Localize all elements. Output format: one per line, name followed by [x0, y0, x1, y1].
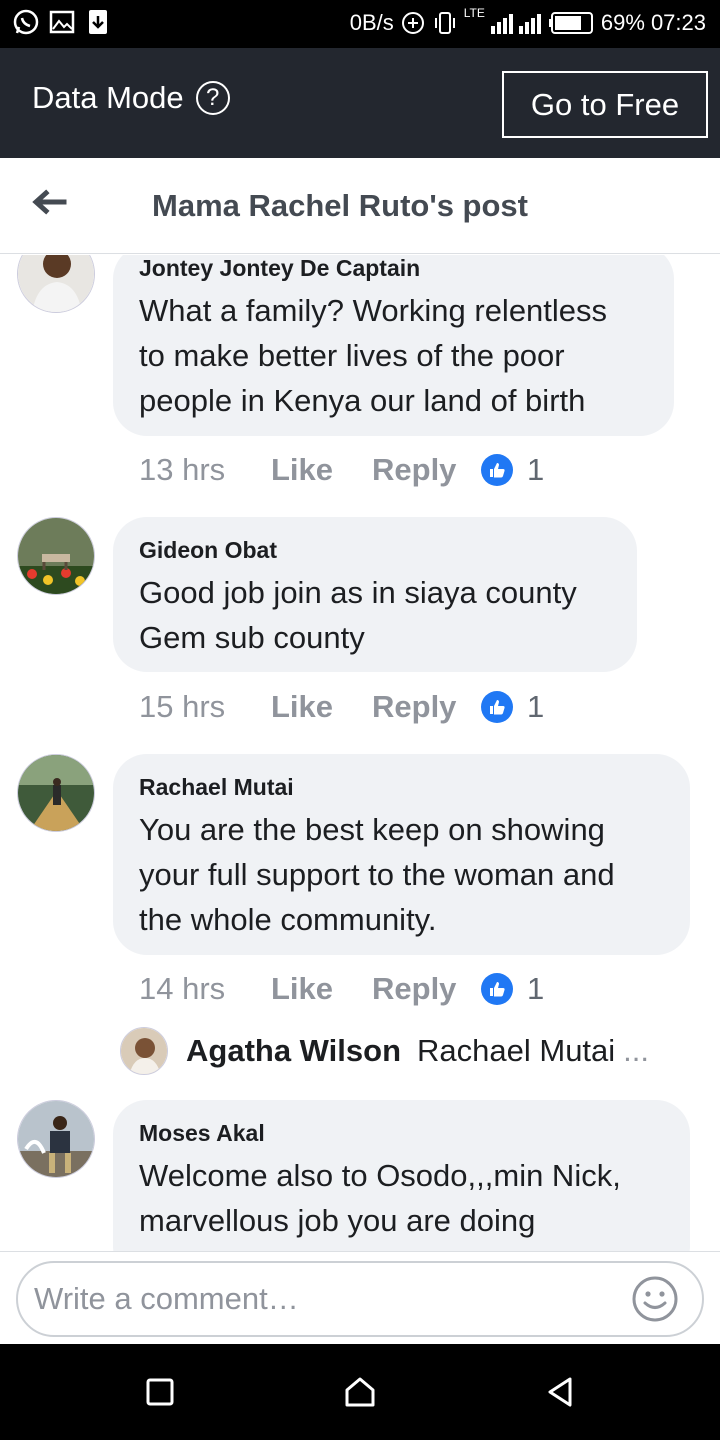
like-reaction-icon[interactable]	[481, 973, 513, 1005]
comment-time: 15 hrs	[139, 689, 226, 724]
network-type: LTE	[463, 6, 485, 20]
reply-button[interactable]: Reply	[372, 452, 481, 488]
comment-placeholder: Write a comment…	[34, 1281, 299, 1316]
system-nav-bar	[0, 1344, 720, 1440]
like-reaction-icon[interactable]	[481, 454, 513, 486]
help-icon[interactable]: ?	[195, 81, 230, 115]
avatar[interactable]	[17, 754, 95, 832]
comment-input[interactable]: Write a comment…	[16, 1261, 704, 1337]
comment-text: Welcome also to Osodo,,,min Nick, marvel…	[139, 1158, 621, 1238]
comment-bubble[interactable]: Rachael Mutai You are the best keep on s…	[113, 754, 690, 955]
back-icon[interactable]	[542, 1374, 578, 1410]
whatsapp-icon	[13, 9, 39, 35]
like-button[interactable]: Like	[271, 452, 372, 488]
comment-text: What a family? Working relentless to mak…	[139, 293, 608, 418]
comment-actions: 13 hrs Like Reply 1	[139, 452, 544, 488]
comments-list[interactable]: Jontey Jontey De Captain What a family? …	[0, 255, 720, 1251]
reply-author[interactable]: Agatha Wilson	[186, 1033, 401, 1069]
home-icon[interactable]	[342, 1374, 378, 1410]
comment-text: You are the best keep on showing your fu…	[139, 812, 615, 937]
data-mode-bar: Data Mode ? Go to Free	[0, 48, 720, 158]
data-mode-text: Data Mode	[32, 80, 184, 115]
download-icon	[89, 10, 107, 34]
comment-time: 13 hrs	[139, 452, 226, 487]
battery-icon	[548, 12, 593, 34]
comment-author[interactable]: Moses Akal	[139, 1120, 664, 1147]
signal-icon	[490, 14, 541, 34]
reply-text: Rachael Mutai	[417, 1033, 616, 1068]
comment-bubble[interactable]: Gideon Obat Good job join as in siaya co…	[113, 517, 637, 672]
reaction-count[interactable]: 1	[527, 971, 544, 1007]
like-button[interactable]: Like	[271, 689, 372, 725]
post-header: Mama Rachel Ruto's post	[0, 158, 720, 254]
comment-composer: Write a comment…	[0, 1251, 720, 1344]
data-mode-label: Data Mode ?	[32, 80, 230, 116]
comment-author[interactable]: Rachael Mutai	[139, 774, 664, 801]
battery-percent: 69%	[600, 10, 645, 35]
avatar[interactable]	[17, 255, 95, 313]
avatar[interactable]	[17, 517, 95, 595]
recent-apps-icon[interactable]	[142, 1374, 178, 1410]
like-reaction-icon[interactable]	[481, 691, 513, 723]
avatar[interactable]	[120, 1027, 168, 1075]
reply-button[interactable]: Reply	[372, 689, 481, 725]
data-saver-icon	[401, 12, 424, 34]
like-button[interactable]: Like	[271, 971, 372, 1007]
comment-actions: 14 hrs Like Reply 1	[139, 971, 544, 1007]
back-arrow-icon[interactable]	[24, 180, 72, 228]
clock: 07:23	[650, 10, 706, 35]
status-bar: 0B/s LTE 69% 07:23	[0, 0, 720, 48]
network-speed: 0B/s	[349, 10, 394, 35]
comment-bubble[interactable]: Jontey Jontey De Captain What a family? …	[113, 255, 674, 436]
comment-author[interactable]: Gideon Obat	[139, 537, 611, 564]
page-title: Mama Rachel Ruto's post	[152, 188, 528, 223]
comment-author[interactable]: Jontey Jontey De Captain	[139, 255, 648, 282]
comment-actions: 15 hrs Like Reply 1	[139, 689, 544, 725]
emoji-icon[interactable]	[630, 1274, 680, 1324]
vibrate-icon	[434, 12, 455, 34]
comment-time: 14 hrs	[139, 971, 226, 1006]
reply-button[interactable]: Reply	[372, 971, 481, 1007]
gallery-icon	[49, 10, 75, 34]
comment-text: Good job join as in siaya county Gem sub…	[139, 575, 577, 655]
go-to-free-button[interactable]: Go to Free	[502, 71, 708, 138]
comment-bubble[interactable]: Moses Akal Welcome also to Osodo,,,min N…	[113, 1100, 690, 1251]
reaction-count[interactable]: 1	[527, 452, 544, 488]
avatar[interactable]	[17, 1100, 95, 1178]
reply-ellipsis: ...	[623, 1033, 650, 1068]
reply-preview[interactable]: Agatha Wilson Rachael Mutai ...	[120, 1027, 649, 1075]
reaction-count[interactable]: 1	[527, 689, 544, 725]
